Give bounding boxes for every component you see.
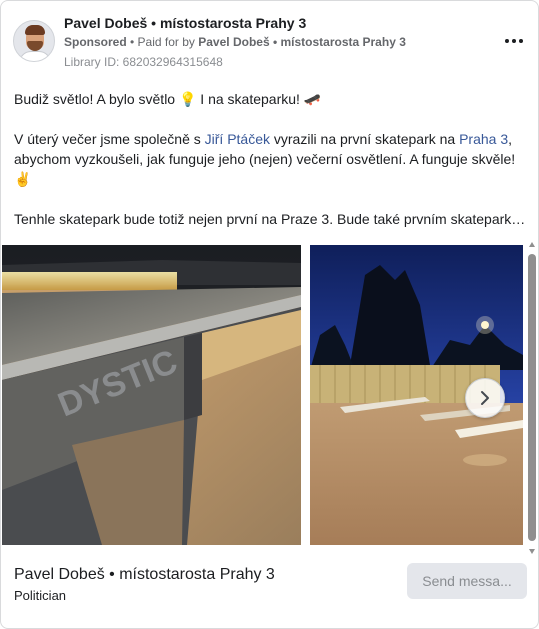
page-name[interactable]: Pavel Dobeš • místostarosta Prahy 3 [64, 15, 306, 31]
post-text-span: , [508, 131, 513, 147]
sponsored-line: Sponsored • Paid for by Pavel Dobeš • mí… [64, 35, 406, 49]
scrollbar-thumb[interactable] [528, 254, 536, 541]
tagged-person-link[interactable]: Jiří Ptáček [205, 131, 270, 147]
avatar-shirt [19, 51, 51, 61]
post-text-span: V úterý večer jsme společně s [14, 131, 205, 147]
post-paragraph-3: Tenhle skatepark bude totiž nejen první … [14, 211, 526, 227]
chevron-right-icon [481, 391, 489, 405]
post-line-1: Budiž světlo! A bylo světlo 💡 I na skate… [14, 91, 322, 107]
library-id: Library ID: 682032964315648 [64, 55, 223, 69]
avatar-hair [25, 25, 45, 35]
ad-card: Pavel Dobeš • místostarosta Prahy 3 Spon… [0, 0, 539, 629]
post-paragraph-2: V úterý večer jsme společně s Jiří Ptáče… [14, 129, 526, 149]
more-options-button[interactable] [502, 31, 526, 51]
avatar-beard [27, 41, 43, 51]
more-horizontal-icon [505, 39, 509, 43]
ad-header: Pavel Dobeš • místostarosta Prahy 3 Spon… [13, 13, 526, 73]
avatar[interactable] [13, 20, 55, 62]
skatepark-ledge-photo: DYSTIC [2, 245, 301, 545]
carousel-image-1[interactable]: DYSTIC [2, 245, 301, 545]
paid-for-prefix: • Paid for by [126, 35, 199, 49]
post-text: Budiž světlo! A bylo světlo 💡 I na skate… [14, 89, 526, 229]
scroll-up-arrow-icon[interactable] [528, 241, 536, 249]
footer-page-category: Politician [14, 588, 67, 603]
sponsored-label: Sponsored [64, 35, 127, 49]
more-horizontal-icon [512, 39, 516, 43]
footer-page-name[interactable]: Pavel Dobeš • místostarosta Prahy 3 [14, 566, 275, 584]
send-message-button[interactable]: Send messa... [407, 563, 527, 599]
vertical-scrollbar[interactable] [526, 241, 538, 555]
scroll-down-arrow-icon[interactable] [528, 547, 536, 555]
post-paragraph-2-line-2: abychom vyzkoušeli, jak funguje jeho (ne… [14, 151, 516, 167]
carousel-next-button[interactable] [465, 378, 505, 418]
image-carousel: DYSTIC [1, 245, 538, 548]
paid-for-name: Pavel Dobeš • místostarosta Prahy 3 [198, 35, 406, 49]
more-horizontal-icon [519, 39, 523, 43]
tagged-place-link[interactable]: Praha 3 [459, 131, 508, 147]
victory-emoji: ✌️ [14, 171, 32, 187]
post-text-span: vyrazili na první skatepark na [270, 131, 460, 147]
